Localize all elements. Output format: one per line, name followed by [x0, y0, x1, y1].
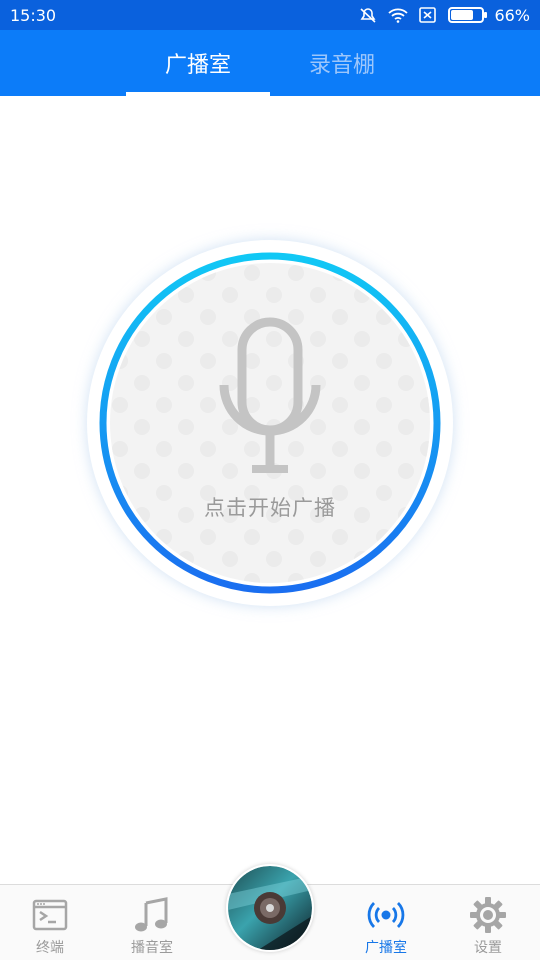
top-tab-bar: 广播室 录音棚 [0, 30, 540, 96]
nav-broadcast[interactable]: 广播室 [336, 885, 436, 960]
start-broadcast-label: 点击开始广播 [204, 496, 336, 520]
tab-active-indicator [126, 92, 270, 96]
nav-studio[interactable]: 播音室 [102, 885, 202, 960]
battery-icon [448, 7, 488, 23]
terminal-icon [32, 899, 68, 931]
nav-terminal-label: 终端 [36, 940, 64, 956]
wifi-icon [388, 8, 409, 23]
music-note-icon [135, 897, 168, 932]
nav-settings-label: 设置 [474, 940, 502, 956]
gear-icon [470, 897, 506, 933]
broadcast-room-screen: 15:30 66% 广播室 录音棚 点击开始广播 终端 播音室 广播室 设置 [0, 0, 540, 960]
nav-studio-label: 播音室 [131, 940, 173, 956]
status-icons: 66% [358, 6, 530, 25]
nav-broadcast-label: 广播室 [365, 940, 407, 956]
broadcast-icon [367, 902, 405, 928]
status-time: 15:30 [10, 5, 57, 25]
mute-icon [360, 8, 376, 23]
nav-terminal[interactable]: 终端 [0, 885, 100, 960]
tab-broadcast-room[interactable]: 广播室 [126, 30, 270, 96]
battery-percent: 66% [494, 5, 530, 25]
tab-recording-studio[interactable]: 录音棚 [270, 30, 414, 96]
now-playing-disc[interactable] [226, 864, 314, 952]
album-disc-icon [228, 866, 312, 950]
status-bar: 15:30 66% [0, 0, 540, 30]
sim-icon [419, 7, 437, 23]
start-broadcast-button[interactable]: 点击开始广播 [87, 240, 453, 606]
nav-settings[interactable]: 设置 [438, 885, 538, 960]
mic-button-graphic [99, 252, 441, 594]
